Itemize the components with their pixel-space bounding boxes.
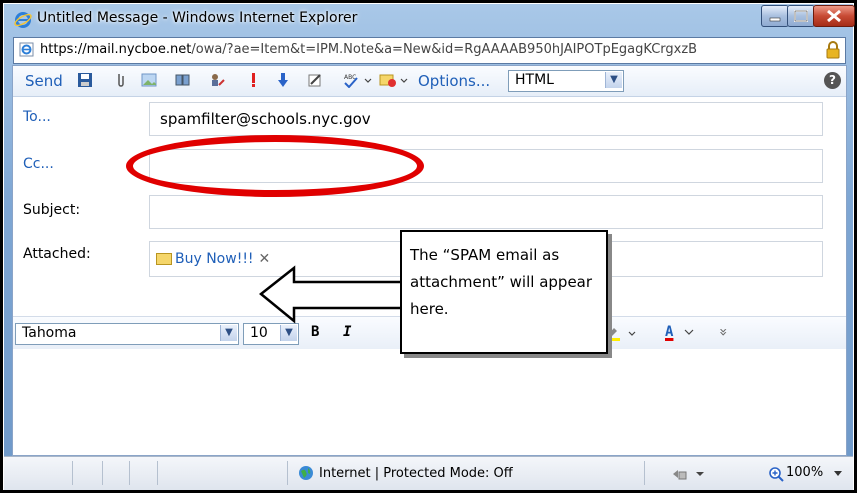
url-prefix: https://mail. bbox=[40, 42, 119, 57]
status-divider bbox=[129, 461, 130, 485]
compose-toolbar: Send ABC Options... HTML ▼ ? bbox=[13, 66, 846, 97]
status-divider bbox=[102, 461, 103, 485]
protected-mode-icon[interactable] bbox=[672, 466, 710, 482]
to-field[interactable]: spamfilter@schools.nyc.gov bbox=[149, 102, 823, 136]
save-icon[interactable] bbox=[77, 72, 93, 88]
window-title: Untitled Message - Windows Internet Expl… bbox=[37, 10, 358, 26]
page-icon bbox=[19, 42, 34, 57]
url-text[interactable]: https://mail.nycboe.net/owa/?ae=Item&t=I… bbox=[40, 42, 810, 57]
check-names-icon[interactable] bbox=[209, 72, 225, 88]
low-importance-icon[interactable] bbox=[275, 72, 291, 88]
url-domain: nycboe.net bbox=[118, 42, 192, 57]
close-icon bbox=[827, 9, 841, 23]
to-button[interactable]: To... bbox=[23, 109, 51, 125]
spelling-icon[interactable]: ABC bbox=[343, 72, 373, 88]
help-icon[interactable]: ? bbox=[824, 72, 841, 89]
font-select[interactable]: Tahoma ▼ bbox=[15, 323, 239, 345]
chevron-down-icon: ▼ bbox=[605, 72, 622, 88]
chevron-down-icon[interactable] bbox=[832, 469, 844, 479]
highlight-color-icon[interactable] bbox=[603, 325, 641, 341]
format-value: HTML bbox=[515, 72, 554, 88]
close-button[interactable] bbox=[813, 5, 855, 27]
attached-label: Attached: bbox=[23, 246, 91, 262]
maximize-button[interactable] bbox=[787, 5, 815, 27]
maximize-icon bbox=[794, 10, 808, 22]
more-formatting-button[interactable]: » bbox=[715, 328, 731, 336]
chevron-down-icon: ▼ bbox=[220, 325, 237, 341]
callout-text: The “SPAM email as attachment” will appe… bbox=[410, 246, 593, 318]
status-divider bbox=[72, 461, 73, 485]
highlight-ellipse bbox=[126, 135, 424, 197]
status-divider bbox=[644, 461, 645, 485]
insert-image-icon[interactable] bbox=[141, 72, 157, 88]
subject-label: Subject: bbox=[23, 202, 81, 218]
minimize-button[interactable] bbox=[761, 5, 789, 27]
ie-logo-icon bbox=[14, 12, 32, 28]
status-divider bbox=[287, 461, 288, 485]
globe-icon bbox=[299, 466, 313, 480]
chevron-down-icon[interactable] bbox=[683, 327, 695, 337]
zoom-icon bbox=[769, 467, 784, 482]
options-button[interactable]: Options... bbox=[418, 72, 490, 90]
envelope-icon bbox=[156, 253, 172, 265]
send-button[interactable]: Send bbox=[25, 72, 63, 90]
address-bar[interactable]: https://mail.nycboe.net/owa/?ae=Item&t=I… bbox=[13, 37, 846, 64]
high-importance-icon[interactable] bbox=[245, 72, 261, 88]
message-body[interactable] bbox=[13, 349, 846, 455]
status-divider bbox=[157, 461, 158, 485]
to-recipient: spamfilter@schools.nyc.gov bbox=[160, 110, 371, 128]
callout-box: The “SPAM email as attachment” will appe… bbox=[400, 230, 608, 354]
callout-arrow bbox=[259, 265, 405, 324]
format-select[interactable]: HTML ▼ bbox=[508, 70, 624, 92]
attachment-name[interactable]: Buy Now!!! bbox=[175, 251, 254, 267]
cc-button[interactable]: Cc... bbox=[23, 156, 54, 172]
attachment-item[interactable]: Buy Now!!! ✕ bbox=[156, 251, 270, 267]
font-color-button[interactable]: A bbox=[665, 324, 673, 340]
attach-icon[interactable] bbox=[113, 72, 129, 88]
message-options-icon[interactable] bbox=[379, 72, 409, 88]
address-book-icon[interactable] bbox=[175, 72, 191, 88]
url-rest: /owa/?ae=Item&t=IPM.Note&a=New&id=RgAAAA… bbox=[191, 42, 698, 57]
subject-field[interactable] bbox=[149, 195, 823, 229]
security-zone-text: Internet | Protected Mode: Off bbox=[319, 466, 513, 481]
font-value: Tahoma bbox=[22, 325, 77, 341]
title-bar: Untitled Message - Windows Internet Expl… bbox=[4, 4, 855, 34]
status-bar: Internet | Protected Mode: Off 100% bbox=[4, 456, 853, 490]
lock-icon[interactable] bbox=[825, 41, 841, 59]
minimize-icon bbox=[769, 17, 781, 22]
signature-icon[interactable] bbox=[307, 72, 323, 88]
zoom-level[interactable]: 100% bbox=[786, 465, 823, 480]
